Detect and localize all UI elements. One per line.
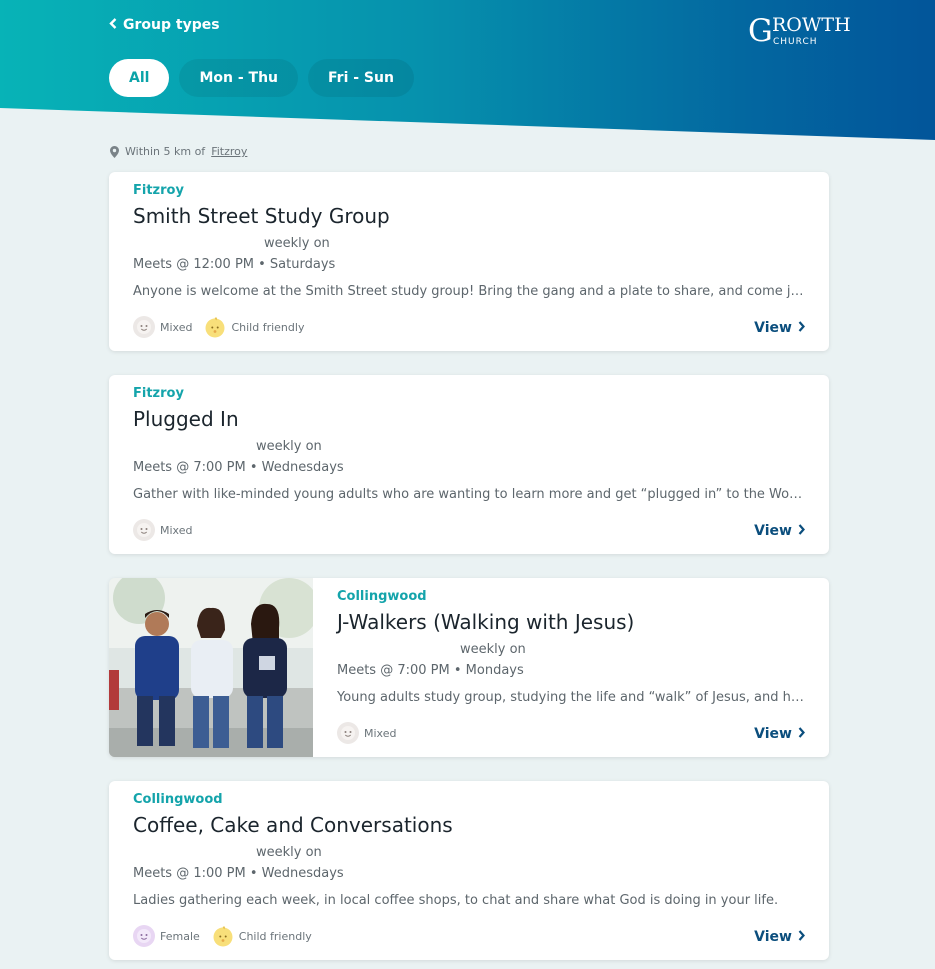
map-pin-icon xyxy=(110,145,119,158)
group-card[interactable]: Collingwood Coffee, Cake and Conversatio… xyxy=(109,781,829,960)
tag-label: Female xyxy=(160,929,200,943)
tag-label: Mixed xyxy=(160,320,193,334)
tag-label: Child friendly xyxy=(231,320,305,334)
back-to-group-types-link[interactable]: Group types xyxy=(109,17,220,33)
group-tags: Mixed xyxy=(133,519,192,541)
group-title: J-Walkers (Walking with Jesus) xyxy=(337,610,635,634)
back-link-label: Group types xyxy=(123,17,220,33)
filter-mon-thu-tab[interactable]: Mon - Thu xyxy=(179,59,298,97)
growth-church-logo: G ROWTH CHURCH xyxy=(748,12,851,50)
view-label: View xyxy=(754,320,792,336)
group-tags: Female Child friendly xyxy=(133,925,312,947)
logo-subtitle: CHURCH xyxy=(773,37,818,47)
location-prefix: Within 5 km of xyxy=(125,145,206,158)
filter-all-tab[interactable]: All xyxy=(109,59,170,97)
group-card[interactable]: Fitzroy Smith Street Study Group weekly … xyxy=(109,172,829,351)
group-suburb: Fitzroy xyxy=(133,183,184,198)
view-group-button[interactable]: View xyxy=(754,726,805,742)
group-frequency: weekly on xyxy=(256,845,322,860)
chevron-right-icon xyxy=(798,929,805,945)
tag-child-friendly: Child friendly xyxy=(212,925,312,947)
group-suburb: Collingwood xyxy=(337,589,427,604)
group-description: Young adults study group, studying the l… xyxy=(337,690,805,705)
group-title: Coffee, Cake and Conversations xyxy=(133,813,453,837)
female-face-icon xyxy=(133,925,155,947)
group-meeting-time: Meets @ 12:00 PM • Saturdays xyxy=(133,257,336,272)
view-label: View xyxy=(754,523,792,539)
chevron-left-icon xyxy=(109,18,117,32)
group-frequency: weekly on xyxy=(460,642,526,657)
location-link[interactable]: Fitzroy xyxy=(211,145,247,158)
day-filter-tabs: All Mon - Thu Fri - Sun xyxy=(109,59,414,97)
chevron-right-icon xyxy=(798,523,805,539)
location-filter: Within 5 km of Fitzroy xyxy=(110,145,247,158)
tag-mixed: Mixed xyxy=(133,316,192,338)
tag-label: Child friendly xyxy=(238,929,312,943)
view-group-button[interactable]: View xyxy=(754,523,805,539)
tag-child-friendly: Child friendly xyxy=(204,316,304,338)
group-card[interactable]: Fitzroy Plugged In weekly on Meets @ 7:0… xyxy=(109,375,829,554)
view-label: View xyxy=(754,726,792,742)
view-group-button[interactable]: View xyxy=(754,929,805,945)
group-title: Plugged In xyxy=(133,407,239,431)
tag-mixed: Mixed xyxy=(337,722,396,744)
group-meeting-time: Meets @ 1:00 PM • Wednesdays xyxy=(133,866,344,881)
view-label: View xyxy=(754,929,792,945)
group-card[interactable]: Collingwood J-Walkers (Walking with Jesu… xyxy=(109,578,829,757)
logo-word: ROWTH xyxy=(772,14,851,36)
tag-label: Mixed xyxy=(364,726,397,740)
group-suburb: Fitzroy xyxy=(133,386,184,401)
baby-face-icon xyxy=(204,316,226,338)
logo-letter: G xyxy=(748,13,773,49)
chevron-right-icon xyxy=(798,320,805,336)
group-meeting-time: Meets @ 7:00 PM • Wednesdays xyxy=(133,460,344,475)
tag-mixed: Mixed xyxy=(133,519,192,541)
view-group-button[interactable]: View xyxy=(754,320,805,336)
mixed-face-icon xyxy=(133,316,155,338)
mixed-face-icon xyxy=(337,722,359,744)
tag-female: Female xyxy=(133,925,200,947)
filter-fri-sun-tab[interactable]: Fri - Sun xyxy=(308,59,414,97)
group-photo xyxy=(109,578,319,757)
group-frequency: weekly on xyxy=(264,236,330,251)
group-description: Gather with like-minded young adults who… xyxy=(133,487,805,502)
group-title: Smith Street Study Group xyxy=(133,204,390,228)
group-meeting-time: Meets @ 7:00 PM • Mondays xyxy=(337,663,524,678)
group-description: Anyone is welcome at the Smith Street st… xyxy=(133,284,805,299)
chevron-right-icon xyxy=(798,726,805,742)
group-tags: Mixed Child friendly xyxy=(133,316,304,338)
baby-face-icon xyxy=(212,925,234,947)
group-frequency: weekly on xyxy=(256,439,322,454)
group-description: Ladies gathering each week, in local cof… xyxy=(133,893,779,908)
group-suburb: Collingwood xyxy=(133,792,223,807)
mixed-face-icon xyxy=(133,519,155,541)
group-tags: Mixed xyxy=(337,722,396,744)
tag-label: Mixed xyxy=(160,523,193,537)
